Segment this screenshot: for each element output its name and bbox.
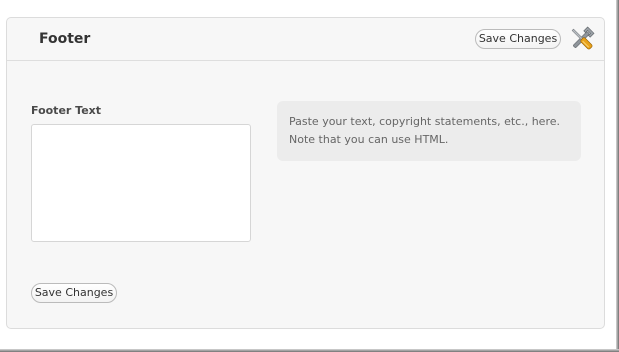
help-text-line-1: Paste your text, copyright statements, e… [289,115,560,128]
footer-text-label: Footer Text [31,104,102,117]
footer-settings-panel: Footer Save Changes Footer Text Paste yo… [6,17,605,329]
help-text-box: Paste your text, copyright statements, e… [277,101,581,161]
screenshot-canvas: Footer Save Changes Footer Text Paste yo… [0,0,619,352]
panel-title: Footer [39,31,91,47]
screwdriver-wrench-icon [567,24,597,54]
save-changes-button-top[interactable]: Save Changes [475,29,561,49]
save-changes-button-bottom[interactable]: Save Changes [31,283,117,303]
footer-text-input[interactable] [31,124,251,242]
help-text-line-2: Note that you can use HTML. [289,133,449,146]
panel-header: Footer Save Changes [7,18,604,61]
